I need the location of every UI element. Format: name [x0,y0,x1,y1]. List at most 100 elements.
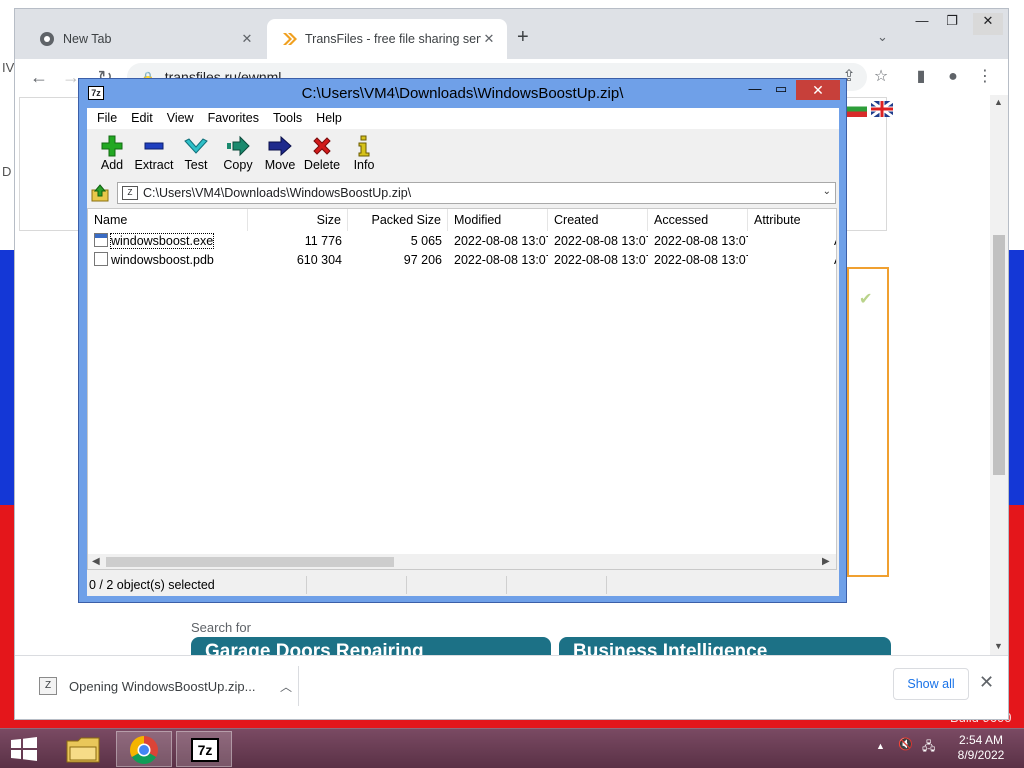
close-window-button[interactable]: ✕ [973,13,1003,35]
tool-label: Copy [223,158,253,172]
column-header-name[interactable]: Name [88,209,248,231]
tab-title: New Tab [63,32,112,46]
minimize-button[interactable]: — [742,81,768,101]
column-header-created[interactable]: Created [548,209,648,231]
close-window-button[interactable]: ✕ [796,80,840,100]
ad-label: Business Intelligence [573,641,768,655]
column-header-modified[interactable]: Modified [448,209,548,231]
plus-icon [101,135,123,157]
table-row[interactable]: windowsboost.pdb 610 304 97 206 2022-08-… [88,251,836,270]
tool-label: Add [100,158,124,172]
folder-icon [66,737,100,763]
column-header-size[interactable]: Size [248,209,348,231]
7zip-logo-icon: 7z [191,738,219,762]
clock-date: 8/9/2022 [957,748,1005,762]
ad-garage-doors[interactable]: Garage Doors Repairing › [191,637,551,655]
chevron-down-icon[interactable]: ⌄ [823,186,831,197]
chevron-down-icon[interactable]: ⌄ [877,29,888,45]
table-row[interactable]: windowsboost.exe 11 776 5 065 2022-08-08… [88,232,836,251]
taskbar-file-explorer[interactable] [56,731,112,767]
close-icon[interactable]: ✕ [979,672,994,693]
taskbar-chrome[interactable] [116,731,172,767]
back-arrow-icon[interactable]: ← [27,65,51,89]
tab-new-tab[interactable]: New Tab ✕ [25,19,265,59]
move-button[interactable]: Move [259,130,301,180]
move-arrow-icon [268,135,292,157]
menu-help[interactable]: Help [309,108,349,129]
check-circle-icon: ✔ [859,291,873,308]
copy-button[interactable]: Copy [217,130,259,180]
transfiles-icon [283,33,297,45]
bulgarian-flag-icon[interactable] [845,101,867,117]
7zip-titlebar[interactable]: 7z C:\Users\VM4\Downloads\WindowsBoostUp… [79,79,846,108]
system-clock[interactable]: 2:54 AM 8/9/2022 [948,733,1014,763]
scrollbar-thumb[interactable] [106,557,394,567]
volume-muted-icon[interactable]: 🔇 [898,737,913,751]
zip-archive-icon: Z [122,186,138,200]
column-header-packed-size[interactable]: Packed Size [348,209,448,231]
taskbar-7zip[interactable]: 7z [176,731,232,767]
side-panel-icon[interactable]: ▮ [909,65,933,89]
search-for-label: Search for [191,620,251,635]
cell-attributes: A [828,232,836,251]
cell-modified: 2022-08-08 13:07 [454,253,548,267]
upload-panel: ✔ [847,267,889,577]
tool-label: Move [264,158,296,172]
column-header-accessed[interactable]: Accessed [648,209,748,231]
scroll-up-icon[interactable]: ▲ [994,97,1003,107]
menu-edit[interactable]: Edit [124,108,160,129]
scroll-left-icon[interactable]: ◀ [92,556,100,567]
cell-accessed: 2022-08-08 13:07 [654,253,748,267]
download-item[interactable]: Z Opening WindowsBoostUp.zip... ︿ [27,666,299,706]
status-selection: 0 / 2 object(s) selected [87,576,307,594]
menu-kebab-icon[interactable]: ⋮ [973,65,997,89]
file-name: windowsboost.exe [109,233,215,249]
maximize-button[interactable]: ▭ [768,81,794,101]
path-combobox[interactable]: Z C:\Users\VM4\Downloads\WindowsBoostUp.… [117,182,836,204]
uk-flag-icon[interactable] [871,101,893,117]
folder-up-icon[interactable] [91,184,109,202]
scrollbar-thumb[interactable] [993,235,1005,475]
network-icon[interactable]: 🖧 [922,737,935,758]
info-button[interactable]: Info [343,130,385,180]
status-segment [307,576,407,594]
ad-business-intelligence[interactable]: Business Intelligence › [559,637,891,655]
ad-label: Garage Doors Repairing [205,641,424,655]
tab-transfiles[interactable]: TransFiles - free file sharing servi ✕ [267,19,507,59]
add-button[interactable]: Add [91,130,133,180]
page-scrollbar[interactable]: ▲ ▼ [990,95,1008,655]
bookmark-star-icon[interactable]: ☆ [869,65,893,89]
menu-file[interactable]: File [90,108,124,129]
check-icon [184,138,208,154]
status-segment [407,576,507,594]
menu-tools[interactable]: Tools [266,108,309,129]
close-icon[interactable]: ✕ [239,31,255,47]
test-button[interactable]: Test [175,130,217,180]
cell-modified: 2022-08-08 13:07 [454,234,548,248]
horizontal-scrollbar[interactable]: ◀ ▶ [88,554,836,569]
delete-button[interactable]: Delete [301,130,343,180]
minus-icon [144,142,164,150]
file-icon [94,252,108,266]
new-tab-button[interactable]: + [517,27,529,47]
path-text: C:\Users\VM4\Downloads\WindowsBoostUp.zi… [143,186,412,200]
profile-avatar-icon[interactable]: ● [941,65,965,89]
menu-view[interactable]: View [160,108,201,129]
scroll-right-icon[interactable]: ▶ [822,556,830,567]
copy-arrow-icon [227,135,250,157]
show-hidden-icons-chevron-icon[interactable]: ▲ [876,741,885,751]
tool-label: Extract [134,158,174,172]
close-icon[interactable]: ✕ [481,31,497,47]
exe-file-icon [94,233,108,247]
scroll-down-icon[interactable]: ▼ [994,641,1003,651]
cell-packed-size: 5 065 [410,234,442,248]
minimize-button[interactable]: — [907,13,937,35]
menu-favorites[interactable]: Favorites [201,108,266,129]
chevron-up-icon[interactable]: ︿ [274,678,298,695]
windows-start-icon[interactable] [10,737,38,761]
cell-created: 2022-08-08 13:07 [554,234,648,248]
column-header-attributes[interactable]: Attribute [748,209,836,231]
show-all-button[interactable]: Show all [893,668,969,700]
extract-button[interactable]: Extract [133,130,175,180]
maximize-button[interactable]: ❐ [937,13,967,35]
